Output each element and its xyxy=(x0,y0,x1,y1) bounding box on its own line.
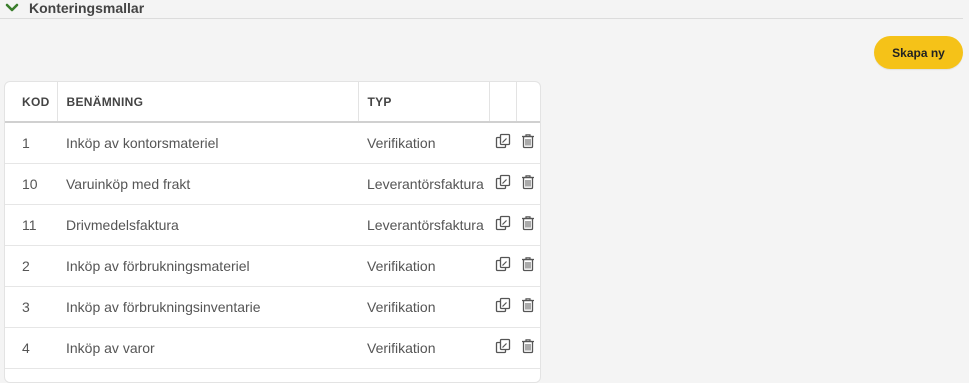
row-code: 10 xyxy=(5,163,57,205)
copy-icon[interactable] xyxy=(495,215,511,234)
delete-cell xyxy=(516,327,540,369)
copy-icon[interactable] xyxy=(495,297,511,316)
table-row[interactable]: 2 Inköp av förbrukningsmateriel Verifikati… xyxy=(5,245,540,287)
chevron-down-icon[interactable] xyxy=(5,3,19,13)
delete-cell xyxy=(516,245,540,287)
copy-cell xyxy=(489,163,516,205)
copy-cell xyxy=(489,122,516,164)
copy-icon[interactable] xyxy=(495,338,511,357)
row-name[interactable]: Inköp av förbrukningsmateriel xyxy=(57,245,358,287)
row-type: Verifikation xyxy=(358,286,489,328)
copy-cell xyxy=(489,204,516,246)
delete-cell xyxy=(516,286,540,328)
row-code: 3 xyxy=(5,286,57,328)
row-type: Leverantörsfaktura xyxy=(358,163,489,205)
section-title: Konteringsmallar xyxy=(29,0,145,16)
row-code: 1 xyxy=(5,122,57,164)
table-row[interactable]: 4 Inköp av varor Verifikation xyxy=(5,327,540,369)
row-name[interactable]: Inköp av varor xyxy=(57,327,358,369)
column-header-copy xyxy=(489,82,517,123)
create-new-button[interactable]: Skapa ny xyxy=(874,36,963,69)
row-name[interactable]: Inköp av förbrukningsinventarie xyxy=(57,286,358,328)
row-name[interactable]: Inköp av kontorsmateriel xyxy=(57,122,358,164)
row-type: Verifikation xyxy=(358,245,489,287)
trash-icon[interactable] xyxy=(521,133,535,152)
column-header-delete xyxy=(516,82,540,123)
trash-icon[interactable] xyxy=(521,338,535,357)
row-type: Verifikation xyxy=(358,327,489,369)
trash-icon[interactable] xyxy=(521,256,535,275)
row-name[interactable]: Varuinköp med frakt xyxy=(57,163,358,205)
row-code: 11 xyxy=(5,204,57,246)
section-header[interactable]: Konteringsmallar xyxy=(0,0,963,19)
copy-icon[interactable] xyxy=(495,133,511,152)
delete-cell xyxy=(516,163,540,205)
table-row[interactable]: 11 Drivmedelsfaktura Leverantörsfaktura xyxy=(5,204,540,246)
copy-cell xyxy=(489,327,516,369)
row-type: Leverantörsfaktura xyxy=(358,204,489,246)
column-header-code[interactable]: KOD xyxy=(5,82,58,123)
row-type: Verifikation xyxy=(358,122,489,164)
copy-cell xyxy=(489,286,516,328)
trash-icon[interactable] xyxy=(521,174,535,193)
copy-icon[interactable] xyxy=(495,256,511,275)
copy-cell xyxy=(489,245,516,287)
delete-cell xyxy=(516,122,540,164)
row-code: 4 xyxy=(5,327,57,369)
column-header-name[interactable]: BENÄMNING xyxy=(57,82,359,123)
row-name[interactable]: Drivmedelsfaktura xyxy=(57,204,358,246)
column-header-type[interactable]: TYP xyxy=(358,82,490,123)
table-row[interactable]: 3 Inköp av förbrukningsinventarie Verifika… xyxy=(5,286,540,328)
trash-icon[interactable] xyxy=(521,215,535,234)
table-header-row: KOD BENÄMNING TYP xyxy=(5,82,540,123)
trash-icon[interactable] xyxy=(521,297,535,316)
templates-table: KOD BENÄMNING TYP 1 Inköp av kontorsmater… xyxy=(4,81,541,383)
copy-icon[interactable] xyxy=(495,174,511,193)
row-code: 2 xyxy=(5,245,57,287)
table-row[interactable]: 10 Varuinköp med frakt Leverantörsfaktura xyxy=(5,163,540,205)
table-row[interactable]: 1 Inköp av kontorsmateriel Verifikation xyxy=(5,122,540,164)
delete-cell xyxy=(516,204,540,246)
